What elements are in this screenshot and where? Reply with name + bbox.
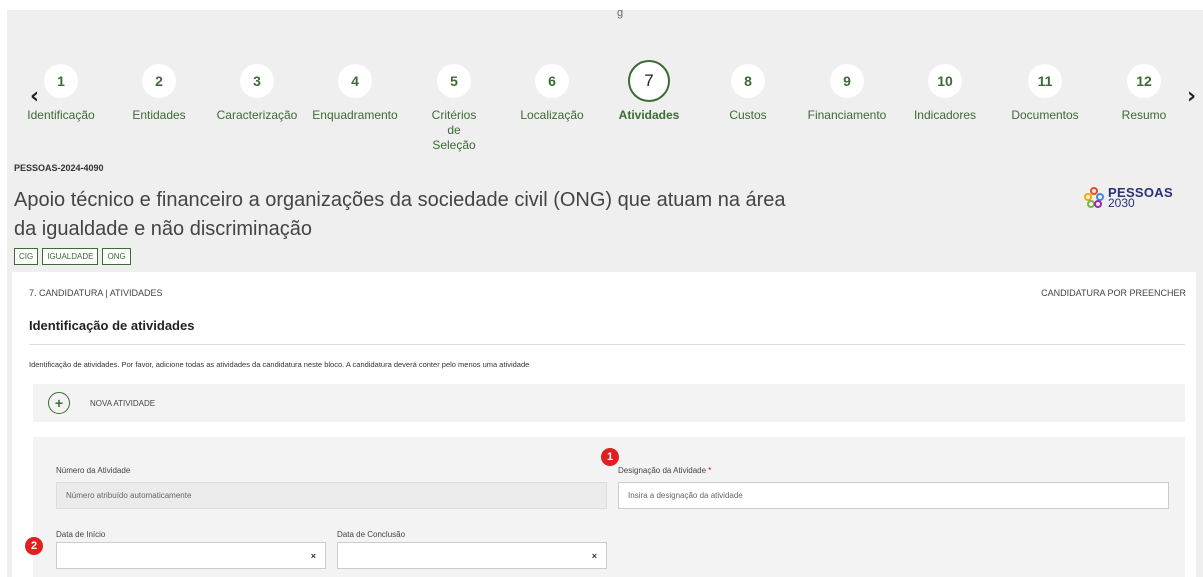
step-10[interactable]: 10 Indicadores — [890, 64, 1000, 123]
start-date-label: Data de Início — [56, 530, 106, 539]
chevron-right-icon[interactable]: › — [1187, 84, 1196, 109]
step-label: Entidades — [132, 108, 186, 122]
step-number: 6 — [535, 64, 569, 98]
step-number: 10 — [928, 64, 962, 98]
step-6[interactable]: 6 Localização — [497, 64, 607, 123]
step-label: Financiamento — [807, 108, 887, 122]
step-label: Caracterização — [216, 108, 298, 122]
step-label: Critérios de Seleção — [431, 108, 477, 152]
step-label: Atividades — [618, 108, 680, 122]
step-4[interactable]: 4 Enquadramento — [300, 64, 410, 123]
step-11[interactable]: 11 Documentos — [990, 64, 1100, 123]
step-label: Enquadramento — [312, 108, 398, 122]
divider — [29, 344, 1185, 345]
step-9[interactable]: 9 Financiamento — [792, 64, 902, 123]
pessoas-2030-logo: PESSOAS 2030 — [1083, 186, 1173, 210]
start-date-input[interactable]: × — [56, 542, 326, 569]
status-badge: CANDIDATURA POR PREENCHER — [1041, 288, 1186, 298]
step-number: 3 — [240, 64, 274, 98]
designation-input[interactable]: Insira a designação da atividade — [618, 482, 1169, 509]
designation-label-text: Designação da Atividade — [618, 466, 707, 475]
step-label: Identificação — [27, 108, 95, 122]
step-7[interactable]: 7 Atividades — [594, 60, 704, 123]
step-number: 7 — [628, 60, 670, 102]
step-2[interactable]: 2 Entidades — [104, 64, 214, 123]
annotation-marker-1: 1 — [601, 448, 619, 466]
end-date-label: Data de Conclusão — [337, 530, 406, 539]
annotation-marker-2: 2 — [25, 537, 43, 555]
logo-year: 2030 — [1108, 196, 1135, 210]
activities-card: 7. CANDIDATURA | ATIVIDADES CANDIDATURA … — [12, 272, 1196, 577]
stepper: ‹ 1 Identificação 2 Entidades 3 Caracterizaçã… — [6, 60, 1203, 164]
tag: IGUALDADE — [42, 248, 99, 265]
step-12[interactable]: 12 Resumo — [1089, 64, 1199, 123]
section-title: Identificação de atividades — [29, 318, 195, 333]
clear-icon[interactable]: × — [592, 551, 597, 561]
step-label: Indicadores — [913, 108, 977, 122]
number-label: Número da Atividade — [56, 466, 131, 475]
step-number: 11 — [1028, 64, 1062, 98]
new-activity-button[interactable]: + NOVA ATIVIDADE — [33, 384, 1185, 422]
required-marker: * — [708, 466, 712, 475]
plus-icon: + — [48, 392, 70, 414]
step-label: Custos — [729, 108, 767, 122]
breadcrumb: 7. CANDIDATURA | ATIVIDADES — [29, 288, 163, 298]
end-date-input[interactable]: × — [337, 542, 607, 569]
step-label: Resumo — [1121, 108, 1167, 122]
step-1[interactable]: 1 Identificação — [6, 64, 116, 123]
step-number: 2 — [142, 64, 176, 98]
tag-list: CIG IGUALDADE ONG — [14, 248, 131, 265]
step-label: Documentos — [1011, 108, 1079, 122]
step-label: Localização — [520, 108, 584, 122]
activity-number-field: Número atribuído automaticamente — [56, 482, 607, 509]
logo-mark-icon — [1084, 187, 1104, 208]
step-number: 9 — [830, 64, 864, 98]
designation-placeholder: Insira a designação da atividade — [628, 491, 743, 500]
step-number: 5 — [437, 64, 471, 98]
page-title: Apoio técnico e financeiro a organizaçõe… — [14, 189, 786, 240]
step-number: 12 — [1127, 64, 1161, 98]
designation-label: Designação da Atividade * — [618, 466, 711, 475]
step-3[interactable]: 3 Caracterização — [202, 64, 312, 123]
project-code: PESSOAS-2024-4090 — [14, 163, 104, 173]
clear-icon[interactable]: × — [311, 551, 316, 561]
step-number: 8 — [731, 64, 765, 98]
new-activity-label: NOVA ATIVIDADE — [90, 398, 156, 408]
clipped-text-fragment: g — [617, 10, 624, 19]
step-number: 4 — [338, 64, 372, 98]
tag: CIG — [14, 248, 39, 265]
activity-number-value: Número atribuído automaticamente — [66, 491, 192, 500]
step-8[interactable]: 8 Custos — [693, 64, 803, 123]
step-5[interactable]: 5 Critérios de Seleção — [399, 64, 509, 153]
section-description: Identificação de atividades. Por favor, … — [29, 360, 530, 369]
tag: ONG — [102, 248, 131, 265]
step-number: 1 — [44, 64, 78, 98]
